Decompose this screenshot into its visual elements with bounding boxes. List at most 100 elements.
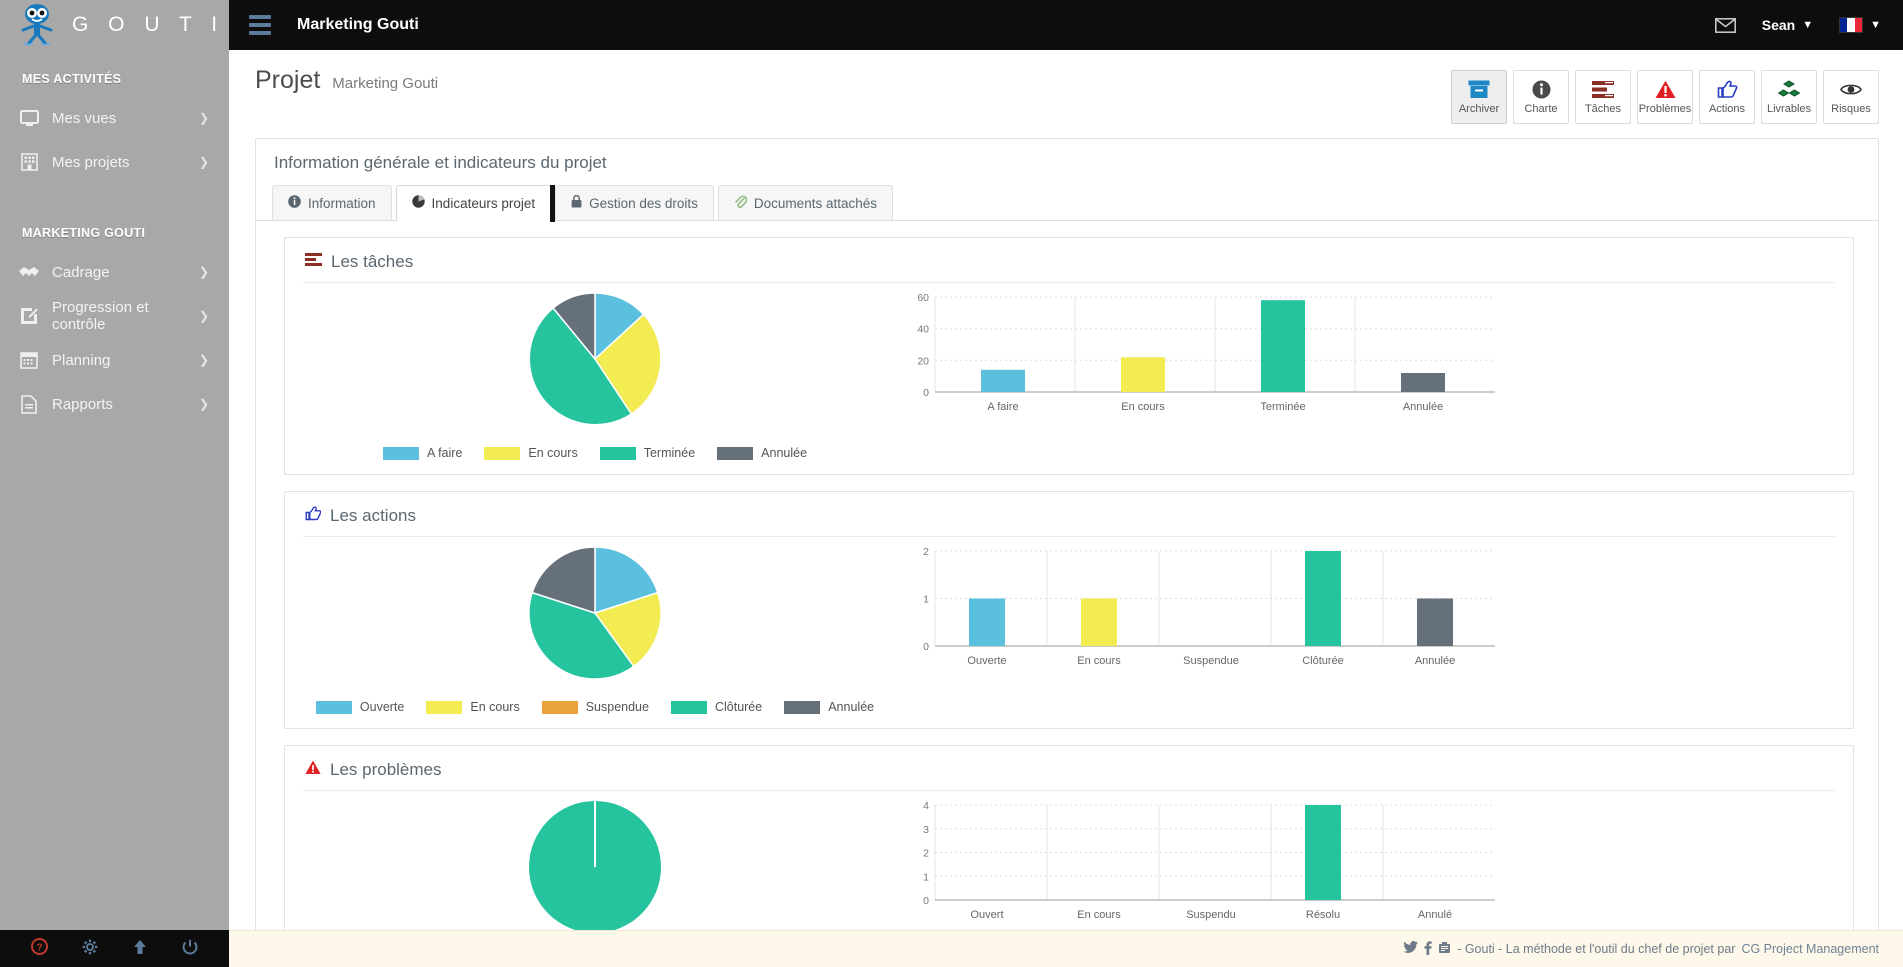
- main-content: Projet Marketing Gouti Archiver Charte T…: [229, 50, 1903, 930]
- bar[interactable]: [1305, 805, 1341, 900]
- footer-company-link[interactable]: CG Project Management: [1741, 942, 1879, 956]
- taches-bar-chart[interactable]: 60 40 20 0 A faire En cours Terminée Ann…: [905, 289, 1505, 414]
- indicators-panel: Information générale et indicateurs du p…: [255, 138, 1879, 930]
- tab-documents-attaches[interactable]: Documents attachés: [717, 185, 893, 220]
- bar[interactable]: [1081, 598, 1117, 647]
- legend-item[interactable]: Annulée: [717, 446, 807, 460]
- page-title-main: Projet: [255, 66, 321, 94]
- card-header: Les problèmes: [285, 746, 1853, 790]
- sidebar-item-label: Rapports: [52, 395, 113, 413]
- taches-pie-chart[interactable]: [525, 289, 665, 434]
- x-tick-label: Ouvert: [970, 909, 1003, 921]
- y-tick-label: 2: [923, 848, 929, 860]
- legend-label: Ouverte: [359, 700, 405, 714]
- panel-title: Information générale et indicateurs du p…: [274, 153, 607, 172]
- page-header: Projet Marketing Gouti Archiver Charte T…: [229, 50, 1903, 124]
- tool-label: Archiver: [1458, 102, 1500, 115]
- y-tick-label: 2: [923, 546, 929, 558]
- taches-button[interactable]: Tâches: [1575, 70, 1631, 124]
- legend-item[interactable]: Annulée: [784, 700, 874, 714]
- cubes-icon: [1778, 80, 1800, 100]
- legend-swatch: [670, 700, 707, 714]
- x-tick-label: Suspendu: [1186, 909, 1236, 921]
- sidebar-item-progression-et-controle[interactable]: Progression et contrôle ❯: [0, 294, 229, 338]
- bar[interactable]: [1121, 357, 1165, 392]
- blog-icon[interactable]: [1438, 941, 1451, 957]
- language-selector[interactable]: ▼: [1839, 17, 1881, 33]
- sidebar-item-planning[interactable]: Planning ❯: [0, 338, 229, 382]
- facebook-icon[interactable]: [1424, 940, 1432, 958]
- x-tick-label: Suspendue: [1183, 655, 1239, 667]
- y-tick-label: 0: [923, 641, 929, 653]
- gear-icon[interactable]: [82, 939, 98, 959]
- help-icon[interactable]: ?: [31, 938, 48, 959]
- tasks-list-icon: [1592, 80, 1614, 100]
- legend-item[interactable]: Ouverte: [315, 700, 405, 714]
- topbar: Marketing Gouti Sean ▼ ▼: [229, 0, 1903, 50]
- problemes-bar-chart[interactable]: 4 3 2 1 0 Ouvert En cours Suspendu Résol…: [905, 797, 1505, 922]
- legend-label: Annulée: [828, 700, 875, 714]
- power-icon[interactable]: [182, 939, 198, 959]
- legend-swatch: [599, 446, 636, 460]
- twitter-icon[interactable]: [1403, 941, 1419, 957]
- x-tick-label: Annulée: [1403, 401, 1443, 413]
- upload-arrow-icon[interactable]: [132, 939, 148, 959]
- legend-swatch: [315, 700, 352, 714]
- legend-label: A faire: [426, 446, 463, 460]
- card-les-actions: Les actions Ouverte En cours Suspendue C…: [284, 491, 1854, 729]
- bar[interactable]: [969, 598, 1005, 647]
- actions-pie-chart[interactable]: [525, 543, 665, 688]
- archiver-button[interactable]: Archiver: [1451, 70, 1507, 124]
- building-icon: [16, 151, 42, 173]
- legend-label: Clôturée: [714, 700, 763, 714]
- hamburger-menu-icon[interactable]: [237, 15, 283, 35]
- legend-swatch: [717, 446, 754, 460]
- charte-button[interactable]: Charte: [1513, 70, 1569, 124]
- bar[interactable]: [1401, 373, 1445, 392]
- y-tick-label: 1: [923, 594, 929, 606]
- x-tick-label: Terminée: [1260, 401, 1305, 413]
- user-menu[interactable]: Sean ▼: [1762, 17, 1813, 33]
- livrables-button[interactable]: Livrables: [1761, 70, 1817, 124]
- card-header: Les tâches: [285, 238, 1853, 282]
- bar[interactable]: [1305, 551, 1341, 646]
- bar[interactable]: [1417, 598, 1453, 647]
- tool-label: Livrables: [1766, 102, 1812, 115]
- actions-legend: Ouverte En cours Suspendue Clôturée Annu…: [315, 700, 874, 714]
- tab-label: Information: [308, 195, 376, 211]
- bar[interactable]: [1261, 300, 1305, 392]
- tab-label: Documents attachés: [753, 195, 877, 211]
- problemes-button[interactable]: Problèmes: [1637, 70, 1693, 124]
- info-circle-icon: [1532, 80, 1551, 100]
- tab-gestion-des-droits[interactable]: Gestion des droits: [555, 185, 714, 220]
- card-title: Les tâches: [331, 252, 414, 271]
- bar[interactable]: [981, 369, 1025, 392]
- sidebar-item-cadrage[interactable]: Cadrage ❯: [0, 250, 229, 294]
- sidebar-item-rapports[interactable]: Rapports ❯: [0, 382, 229, 426]
- document-icon: [16, 393, 42, 415]
- sidebar-item-label: Cadrage: [52, 263, 110, 281]
- legend-item[interactable]: Clôturée: [670, 700, 763, 714]
- tool-label: Problèmes: [1638, 102, 1692, 115]
- sidebar-item-mes-vues[interactable]: Mes vues ❯: [0, 96, 229, 140]
- tasks-list-icon: [305, 253, 322, 271]
- sidebar-item-mes-projets[interactable]: Mes projets ❯: [0, 140, 229, 184]
- application-window: G O U T I MES ACTIVITÉS Mes vues ❯ Mes p…: [0, 0, 1903, 967]
- actions-bar-chart[interactable]: 2 1 0 Ouverte En cours Suspendue Clôturé…: [905, 543, 1505, 668]
- legend-item[interactable]: A faire: [382, 446, 463, 460]
- eye-icon: [1840, 80, 1862, 100]
- risques-button[interactable]: Risques: [1823, 70, 1879, 124]
- y-tick-label: 0: [923, 387, 929, 399]
- legend-item[interactable]: Suspendue: [541, 700, 649, 714]
- problemes-pie-chart[interactable]: [525, 797, 665, 930]
- envelope-icon[interactable]: [1714, 17, 1736, 33]
- sidebar: G O U T I MES ACTIVITÉS Mes vues ❯ Mes p…: [0, 0, 229, 967]
- actions-button[interactable]: Actions: [1699, 70, 1755, 124]
- legend-item[interactable]: En cours: [484, 446, 578, 460]
- sidebar-item-label: Planning: [52, 351, 111, 369]
- brand[interactable]: G O U T I: [0, 0, 229, 50]
- legend-item[interactable]: Terminée: [599, 446, 695, 460]
- tab-indicateurs-projet[interactable]: Indicateurs projet: [395, 185, 555, 222]
- tab-information[interactable]: Information: [272, 185, 392, 220]
- legend-item[interactable]: En cours: [426, 700, 520, 714]
